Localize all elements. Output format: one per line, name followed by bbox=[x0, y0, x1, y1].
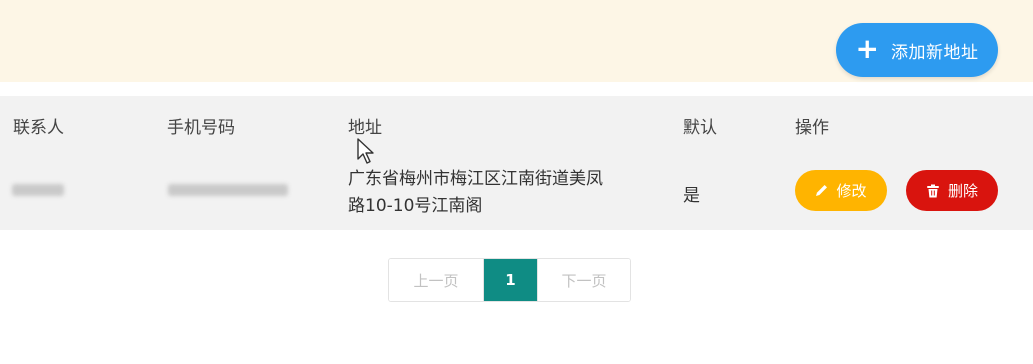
delete-address-button[interactable]: 删除 bbox=[906, 170, 998, 211]
pencil-icon bbox=[815, 184, 828, 197]
edit-address-button[interactable]: 修改 bbox=[795, 170, 887, 211]
default-flag: 是 bbox=[683, 186, 700, 206]
address-line-2: 路10-10号江南阁 bbox=[348, 196, 483, 216]
next-page-button[interactable]: 下一页 bbox=[537, 259, 630, 301]
mouse-cursor-icon bbox=[357, 138, 377, 170]
address-page: + 添加新地址 联系人 手机号码 地址 默认 操作 广东省梅州市梅江区江南街道美… bbox=[0, 0, 1033, 364]
address-cell: 广东省梅州市梅江区江南街道美凤 路10-10号江南阁 bbox=[348, 166, 648, 220]
trash-icon bbox=[926, 184, 940, 198]
header-phone: 手机号码 bbox=[167, 118, 235, 138]
plus-icon: + bbox=[855, 31, 879, 65]
header-address: 地址 bbox=[348, 118, 382, 138]
toolbar: + 添加新地址 bbox=[0, 0, 1033, 82]
contact-name-redacted bbox=[12, 184, 64, 196]
add-address-label: 添加新地址 bbox=[890, 42, 979, 63]
add-address-button[interactable]: + 添加新地址 bbox=[836, 23, 998, 77]
delete-label: 删除 bbox=[947, 182, 978, 200]
edit-label: 修改 bbox=[836, 182, 867, 200]
header-contact: 联系人 bbox=[13, 118, 64, 138]
pagination: 上一页 1 下一页 bbox=[388, 258, 631, 302]
address-line-1: 广东省梅州市梅江区江南街道美凤 bbox=[348, 169, 603, 189]
header-default: 默认 bbox=[683, 118, 717, 138]
prev-page-button[interactable]: 上一页 bbox=[389, 259, 484, 301]
header-actions: 操作 bbox=[795, 118, 829, 138]
page-1-button[interactable]: 1 bbox=[484, 259, 537, 301]
phone-number-redacted bbox=[168, 184, 288, 196]
